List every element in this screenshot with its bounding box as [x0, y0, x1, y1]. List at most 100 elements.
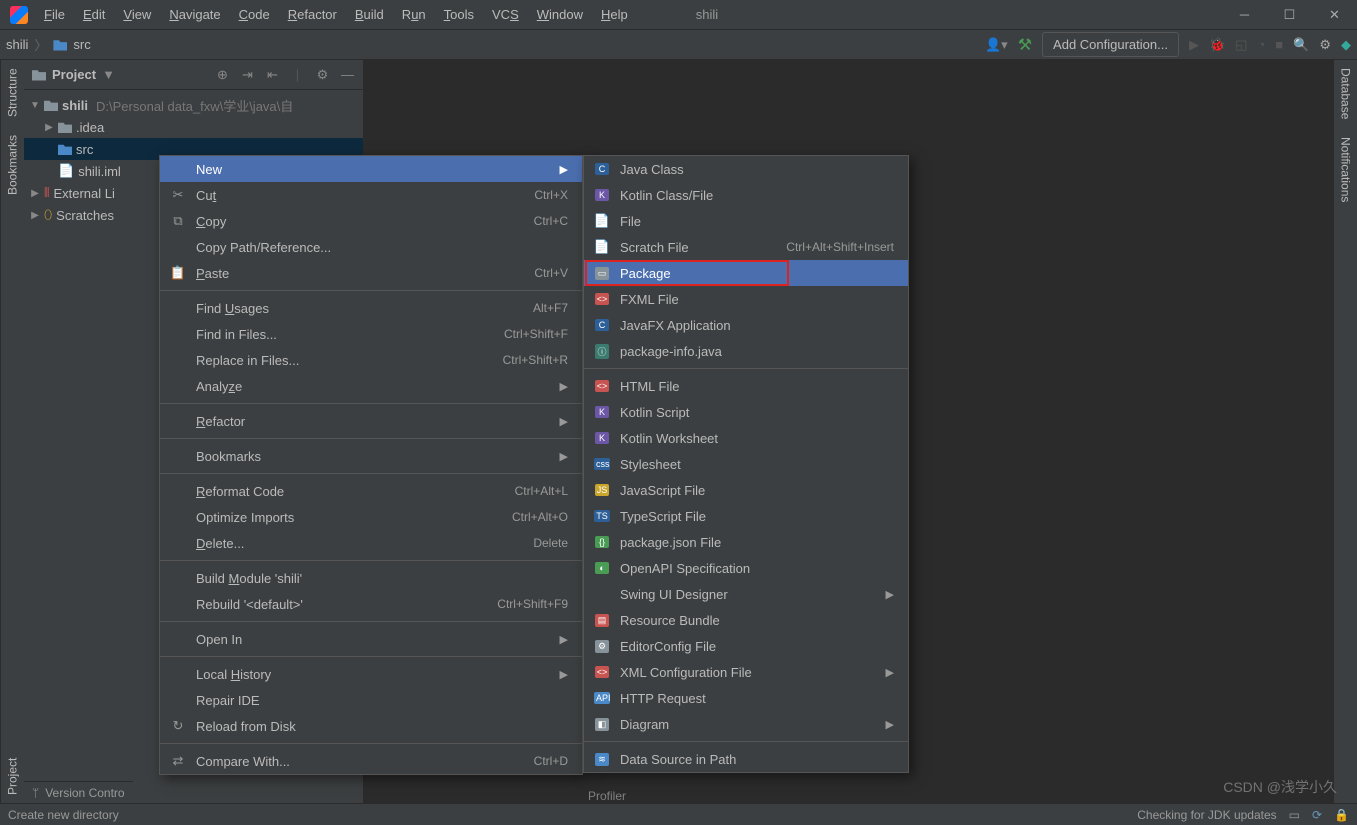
ctx-item-find-usages[interactable]: Find UsagesAlt+F7	[160, 295, 582, 321]
settings-icon[interactable]: ⚙	[315, 67, 330, 83]
new-item-fxml-file[interactable]: <>FXML File	[584, 286, 908, 312]
breadcrumb-root[interactable]: shili	[6, 37, 28, 52]
new-item-kotlin-class-file[interactable]: KKotlin Class/File	[584, 182, 908, 208]
gutter-project[interactable]: Project	[6, 758, 20, 795]
expand-icon[interactable]: ⇥	[240, 67, 255, 83]
new-item-javafx-application[interactable]: CJavaFX Application	[584, 312, 908, 338]
ctx-item-new[interactable]: New▶	[160, 156, 582, 182]
new-item-data-source-in-path[interactable]: ≋Data Source in Path	[584, 746, 908, 772]
ctx-item-analyze[interactable]: Analyze▶	[160, 373, 582, 399]
ctx-item-cut[interactable]: ✂CutCtrl+X	[160, 182, 582, 208]
collapse-icon[interactable]: ⇤	[265, 67, 280, 83]
view-mode-dropdown[interactable]: ▼	[102, 67, 115, 82]
coverage-icon[interactable]: ◱	[1235, 37, 1247, 53]
tool-window-header: Project ▼ ⊕ ⇥ ⇤ | ⚙ —	[24, 60, 363, 90]
ctx-item-copy[interactable]: ⧉CopyCtrl+C	[160, 208, 582, 234]
hide-icon[interactable]: —	[340, 67, 355, 82]
new-item-java-class[interactable]: CJava Class	[584, 156, 908, 182]
menu-refactor[interactable]: Refactor	[280, 3, 345, 26]
new-item-package-json-file[interactable]: {}package.json File	[584, 529, 908, 555]
user-icon[interactable]: 👤▾	[985, 37, 1008, 53]
tab-version-control[interactable]: Version Contro	[45, 786, 124, 800]
ctx-item-compare-with-[interactable]: ⇄Compare With...Ctrl+D	[160, 748, 582, 774]
plugin-icon[interactable]: ◆	[1341, 37, 1351, 53]
ctx-item-open-in[interactable]: Open In▶	[160, 626, 582, 652]
chevron-down-icon[interactable]: ▼	[30, 100, 40, 111]
tab-profiler[interactable]: Profiler	[588, 789, 626, 803]
status-indexing-icon[interactable]: ⟳	[1312, 808, 1322, 822]
new-item-swing-ui-designer[interactable]: Swing UI Designer▶	[584, 581, 908, 607]
new-item-http-request[interactable]: APIHTTP Request	[584, 685, 908, 711]
close-button[interactable]: ✕	[1312, 0, 1357, 30]
file-type-icon: ▤	[594, 614, 610, 627]
breadcrumb-src[interactable]: src	[73, 37, 90, 52]
ctx-item-rebuild-default-[interactable]: Rebuild '<default>'Ctrl+Shift+F9	[160, 591, 582, 617]
chevron-right-icon[interactable]: ▶	[30, 210, 40, 221]
new-item-openapi-specification[interactable]: ◐OpenAPI Specification	[584, 555, 908, 581]
gutter-database[interactable]: Database	[1339, 68, 1353, 119]
ctx-item-local-history[interactable]: Local History▶	[160, 661, 582, 687]
ctx-item-optimize-imports[interactable]: Optimize ImportsCtrl+Alt+O	[160, 504, 582, 530]
ctx-item-reformat-code[interactable]: Reformat CodeCtrl+Alt+L	[160, 478, 582, 504]
profile-icon[interactable]: ◔	[1257, 37, 1265, 52]
new-item-html-file[interactable]: <>HTML File	[584, 373, 908, 399]
menu-code[interactable]: Code	[231, 3, 278, 26]
new-item-package[interactable]: ▭Package	[584, 260, 908, 286]
new-item-resource-bundle[interactable]: ▤Resource Bundle	[584, 607, 908, 633]
menu-vcs[interactable]: VCS	[484, 3, 527, 26]
new-item-typescript-file[interactable]: TSTypeScript File	[584, 503, 908, 529]
gutter-bookmarks[interactable]: Bookmarks	[6, 135, 20, 195]
ctx-item-replace-in-files-[interactable]: Replace in Files...Ctrl+Shift+R	[160, 347, 582, 373]
ctx-item-copy-path-reference-[interactable]: Copy Path/Reference...	[160, 234, 582, 260]
ctx-item-repair-ide[interactable]: Repair IDE	[160, 687, 582, 713]
gutter-notifications[interactable]: Notifications	[1339, 137, 1353, 202]
menu-help[interactable]: Help	[593, 3, 636, 26]
tree-root[interactable]: ▼ shili D:\Personal data_fxw\学业\java\自	[24, 94, 363, 116]
ctx-item-refactor[interactable]: Refactor▶	[160, 408, 582, 434]
ctx-item-find-in-files-[interactable]: Find in Files...Ctrl+Shift+F	[160, 321, 582, 347]
new-item-kotlin-script[interactable]: KKotlin Script	[584, 399, 908, 425]
new-item-javascript-file[interactable]: JSJavaScript File	[584, 477, 908, 503]
new-item-kotlin-worksheet[interactable]: KKotlin Worksheet	[584, 425, 908, 451]
debug-icon[interactable]: 🐞	[1209, 37, 1225, 53]
maximize-button[interactable]: ☐	[1267, 0, 1312, 30]
status-lock-icon[interactable]: 🔒	[1334, 808, 1349, 822]
menu-view[interactable]: View	[115, 3, 159, 26]
search-icon[interactable]: 🔍	[1293, 37, 1309, 53]
ctx-item-bookmarks[interactable]: Bookmarks▶	[160, 443, 582, 469]
new-item-diagram[interactable]: ◧Diagram▶	[584, 711, 908, 737]
menu-file[interactable]: File	[36, 3, 73, 26]
file-type-icon: K	[594, 432, 610, 444]
ctx-item-delete-[interactable]: Delete...Delete	[160, 530, 582, 556]
new-item-editorconfig-file[interactable]: ⚙EditorConfig File	[584, 633, 908, 659]
menu-run[interactable]: Run	[394, 3, 434, 26]
menu-navigate[interactable]: Navigate	[161, 3, 228, 26]
run-icon[interactable]: ▶	[1189, 37, 1199, 53]
gutter-structure[interactable]: Structure	[6, 68, 20, 117]
chevron-right-icon[interactable]: ▶	[30, 188, 40, 199]
ctx-item-paste[interactable]: 📋PasteCtrl+V	[160, 260, 582, 286]
stop-icon[interactable]: ■	[1275, 37, 1283, 52]
locate-icon[interactable]: ⊕	[215, 67, 230, 83]
menu-window[interactable]: Window	[529, 3, 591, 26]
ctx-item-reload-from-disk[interactable]: ↻Reload from Disk	[160, 713, 582, 739]
menu-tools[interactable]: Tools	[436, 3, 482, 26]
new-item-scratch-file[interactable]: 📄Scratch FileCtrl+Alt+Shift+Insert	[584, 234, 908, 260]
new-item-xml-configuration-file[interactable]: <>XML Configuration File▶	[584, 659, 908, 685]
new-item-file[interactable]: 📄File	[584, 208, 908, 234]
menu-build[interactable]: Build	[347, 3, 392, 26]
left-gutter: Project Bookmarks Structure	[0, 60, 24, 803]
gear-icon[interactable]: ⚙	[1319, 37, 1331, 53]
status-progress-icon[interactable]: ▭	[1289, 808, 1300, 822]
chevron-right-icon: ▶	[560, 633, 568, 646]
chevron-right-icon[interactable]: ▶	[44, 122, 54, 133]
minimize-button[interactable]: ─	[1222, 0, 1267, 30]
ctx-icon: 📋	[170, 265, 186, 281]
run-config-selector[interactable]: Add Configuration...	[1042, 32, 1179, 57]
ctx-item-build-module-shili-[interactable]: Build Module 'shili'	[160, 565, 582, 591]
new-item-package-info-java[interactable]: ⓘpackage-info.java	[584, 338, 908, 364]
build-icon[interactable]: ⚒	[1018, 35, 1032, 55]
menu-edit[interactable]: Edit	[75, 3, 113, 26]
new-item-stylesheet[interactable]: cssStylesheet	[584, 451, 908, 477]
tree-idea[interactable]: ▶ .idea	[24, 116, 363, 138]
